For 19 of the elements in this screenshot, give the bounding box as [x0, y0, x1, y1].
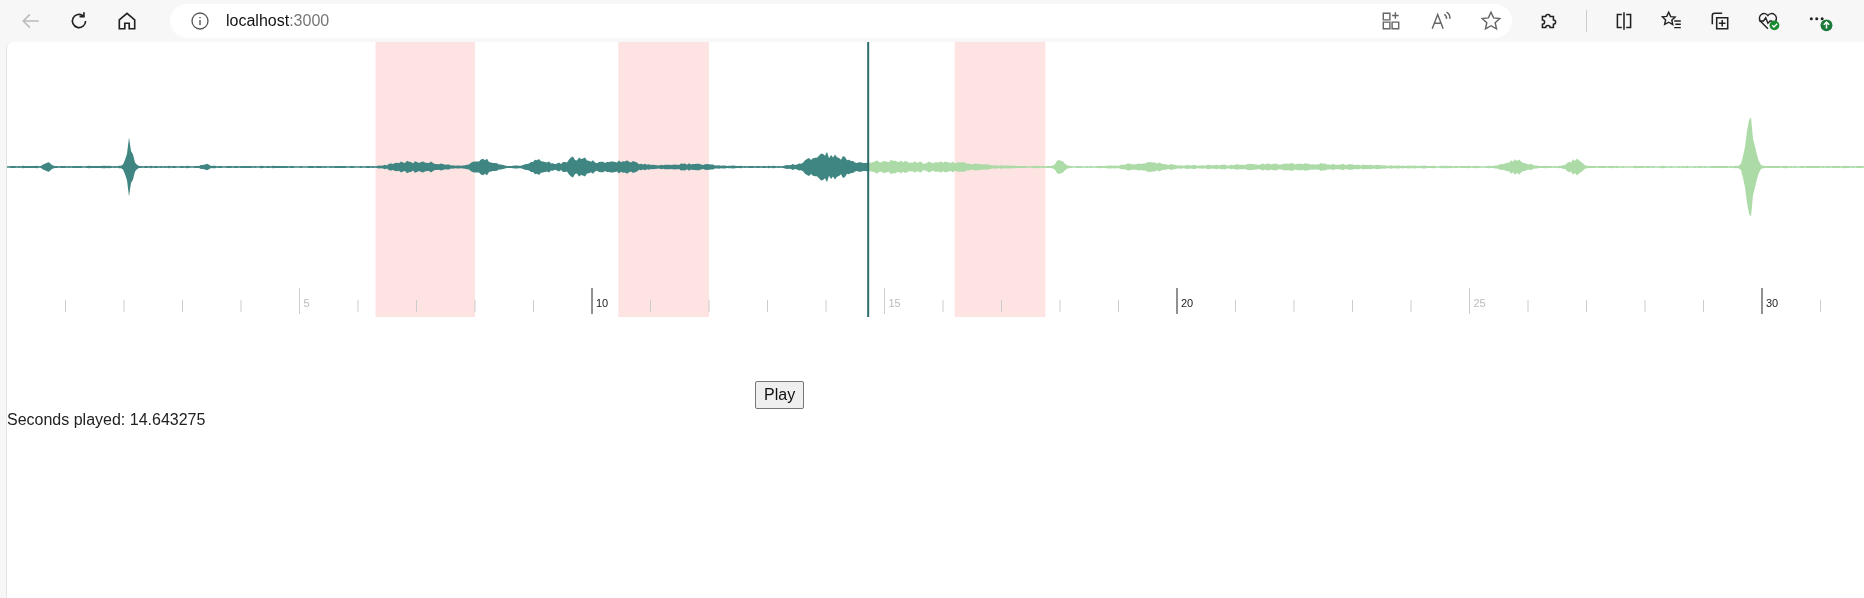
- play-button[interactable]: Play: [755, 381, 805, 409]
- url-port: :3000: [289, 12, 330, 30]
- url-host: localhost: [226, 12, 290, 30]
- time-label: 25: [1473, 297, 1486, 309]
- health-icon[interactable]: [1757, 10, 1781, 32]
- time-label: 10: [596, 297, 609, 309]
- info-icon[interactable]: [190, 11, 210, 31]
- time-label: 20: [1181, 297, 1194, 309]
- collections-icon[interactable]: [1709, 10, 1731, 32]
- seconds-played-text: Seconds played: 14.643275: [7, 411, 206, 429]
- playback-cursor[interactable]: [867, 42, 870, 317]
- home-icon[interactable]: [116, 10, 138, 32]
- time-label: 30: [1766, 297, 1779, 309]
- star-icon[interactable]: [1480, 10, 1502, 32]
- read-aloud-icon[interactable]: [1430, 10, 1452, 32]
- apps-icon[interactable]: [1380, 10, 1402, 32]
- address-bar[interactable]: localhost:3000: [170, 4, 1512, 38]
- time-label: 15: [888, 297, 901, 309]
- time-label: 5: [303, 297, 310, 309]
